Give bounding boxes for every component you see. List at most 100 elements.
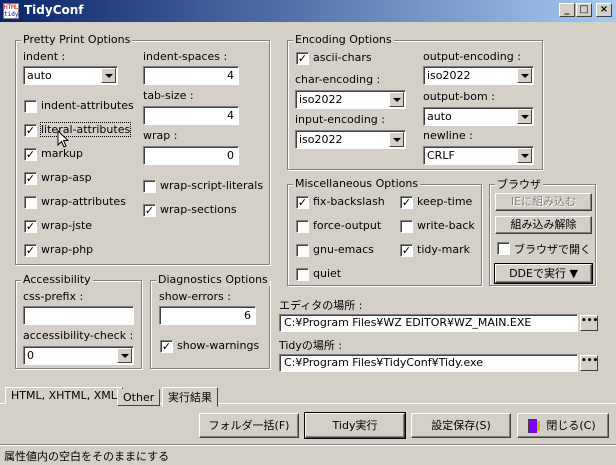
tidy-path-input[interactable]: C:¥Program Files¥TidyConf¥Tidy.exe (279, 354, 578, 372)
wrap-attributes-checkbox[interactable] (24, 196, 37, 209)
accessibility-check-label: accessibility-check : (23, 329, 134, 342)
tab-execution-result[interactable]: 実行結果 (162, 387, 218, 407)
output-bom-select[interactable]: auto (423, 107, 534, 126)
minimize-button[interactable]: _ (559, 3, 575, 17)
tab-size-label: tab-size : (143, 89, 194, 102)
input-encoding-label: input-encoding : (295, 113, 385, 126)
tab-html-xhtml-xml[interactable]: HTML, XHTML, XML (5, 387, 123, 404)
keep-time-label: keep-time (417, 195, 473, 208)
force-output-checkbox[interactable] (296, 220, 309, 233)
literal-attributes-checkbox[interactable]: ✓ (24, 124, 37, 137)
write-back-label: write-back (417, 219, 475, 232)
ascii-chars-checkbox[interactable]: ✓ (296, 52, 309, 65)
tab-size-input[interactable]: 4 (143, 106, 239, 125)
show-errors-input[interactable]: 6 (159, 306, 256, 325)
indent-attributes-checkbox[interactable] (24, 100, 37, 113)
wrap-input[interactable]: 0 (143, 146, 239, 165)
browser-legend: ブラウザ (495, 176, 543, 192)
chevron-down-icon[interactable] (517, 68, 532, 83)
open-in-browser-label: ブラウザで開く (514, 243, 591, 256)
force-output-label: force-output (313, 219, 382, 232)
indent-select-value: auto (27, 69, 52, 82)
app-icon-text-bottom: tidy (4, 11, 19, 18)
wrap-php-checkbox[interactable]: ✓ (24, 244, 37, 257)
editor-path-input[interactable]: C:¥Program Files¥WZ EDITOR¥WZ_MAIN.EXE (279, 314, 578, 332)
gnu-emacs-label: gnu-emacs (313, 243, 374, 256)
tidy-browse-button[interactable]: ••• (580, 355, 598, 371)
chevron-down-icon[interactable] (517, 148, 532, 163)
folder-batch-button[interactable]: フォルダ一括(F) (199, 413, 299, 438)
newline-select[interactable]: CRLF (423, 146, 534, 165)
fix-backslash-checkbox[interactable]: ✓ (296, 196, 309, 209)
app-icon[interactable]: HTML tidy (3, 3, 19, 19)
wrap-label: wrap : (143, 129, 178, 142)
literal-attributes-label: literal-attributes (39, 122, 132, 137)
title-bar (0, 0, 616, 22)
wrap-jste-checkbox[interactable]: ✓ (24, 220, 37, 233)
pretty-print-legend: Pretty Print Options (21, 33, 133, 46)
tab-other[interactable]: Other (117, 389, 161, 406)
show-warnings-label: show-warnings (177, 339, 260, 352)
keep-time-checkbox[interactable]: ✓ (400, 196, 413, 209)
output-encoding-label: output-encoding : (423, 50, 521, 63)
maximize-button[interactable]: □ (576, 3, 592, 17)
char-encoding-label: char-encoding : (295, 73, 381, 86)
wrap-asp-label: wrap-asp (41, 171, 92, 184)
accessibility-check-value: 0 (27, 349, 34, 362)
fix-backslash-label: fix-backslash (313, 195, 385, 208)
tidy-path-label: Tidyの場所 : (279, 339, 343, 352)
embed-ie-button[interactable]: IEに組み込む (495, 193, 592, 211)
output-bom-value: auto (427, 110, 452, 123)
chevron-down-icon[interactable] (389, 132, 404, 147)
chevron-down-icon[interactable] (517, 109, 532, 124)
newline-value: CRLF (427, 149, 455, 162)
status-bar: 属性値内の空白をそのままにする (0, 444, 616, 465)
chevron-down-icon[interactable] (101, 68, 116, 83)
misc-legend: Miscellaneous Options (293, 177, 421, 190)
wrap-asp-checkbox[interactable]: ✓ (24, 172, 37, 185)
wrap-sections-checkbox[interactable]: ✓ (143, 204, 156, 217)
quiet-checkbox[interactable] (296, 268, 309, 281)
door-exit-icon (528, 419, 540, 433)
input-encoding-select[interactable]: iso2022 (295, 130, 406, 149)
show-errors-label: show-errors : (159, 290, 231, 303)
output-encoding-value: iso2022 (427, 69, 471, 82)
window-title: TidyConf (24, 3, 84, 17)
wrap-script-literals-checkbox[interactable] (143, 180, 156, 193)
write-back-checkbox[interactable] (400, 220, 413, 233)
css-prefix-label: css-prefix : (23, 290, 84, 303)
gnu-emacs-checkbox[interactable] (296, 244, 309, 257)
output-encoding-select[interactable]: iso2022 (423, 66, 534, 85)
status-text: 属性値内の空白をそのままにする (4, 450, 170, 463)
indent-label: indent : (23, 50, 66, 63)
diagnostics-legend: Diagnostics Options (156, 273, 270, 286)
tidy-mark-checkbox[interactable]: ✓ (400, 244, 413, 257)
wrap-jste-label: wrap-jste (41, 219, 93, 232)
accessibility-check-select[interactable]: 0 (23, 346, 134, 365)
save-settings-button[interactable]: 設定保存(S) (411, 413, 511, 438)
char-encoding-select[interactable]: iso2022 (295, 90, 406, 109)
dde-execute-button[interactable]: DDEで実行 ▼ (494, 263, 593, 284)
wrap-attributes-label: wrap-attributes (41, 195, 126, 208)
input-encoding-value: iso2022 (299, 133, 343, 146)
editor-browse-button[interactable]: ••• (580, 315, 598, 331)
chevron-down-icon[interactable] (389, 92, 404, 107)
chevron-down-icon[interactable] (117, 348, 132, 363)
newline-label: newline : (423, 129, 473, 142)
open-in-browser-checkbox[interactable] (497, 242, 510, 255)
close-window-button[interactable]: × (596, 3, 612, 17)
close-button[interactable]: 閉じる(C) (517, 413, 609, 438)
unembed-button[interactable]: 組み込み解除 (495, 216, 592, 234)
indent-select[interactable]: auto (23, 66, 118, 85)
encoding-legend: Encoding Options (293, 33, 394, 46)
indent-spaces-input[interactable]: 4 (143, 66, 239, 85)
run-tidy-button[interactable]: Tidy実行 (304, 412, 406, 439)
markup-label: markup (41, 147, 83, 160)
markup-checkbox[interactable]: ✓ (24, 148, 37, 161)
app-icon-text-top: HTML (4, 4, 19, 11)
wrap-script-literals-label: wrap-script-literals (160, 179, 264, 192)
css-prefix-input[interactable] (23, 306, 134, 325)
show-warnings-checkbox[interactable]: ✓ (160, 340, 173, 353)
char-encoding-value: iso2022 (299, 93, 343, 106)
editor-path-label: エディタの場所 : (279, 299, 363, 312)
